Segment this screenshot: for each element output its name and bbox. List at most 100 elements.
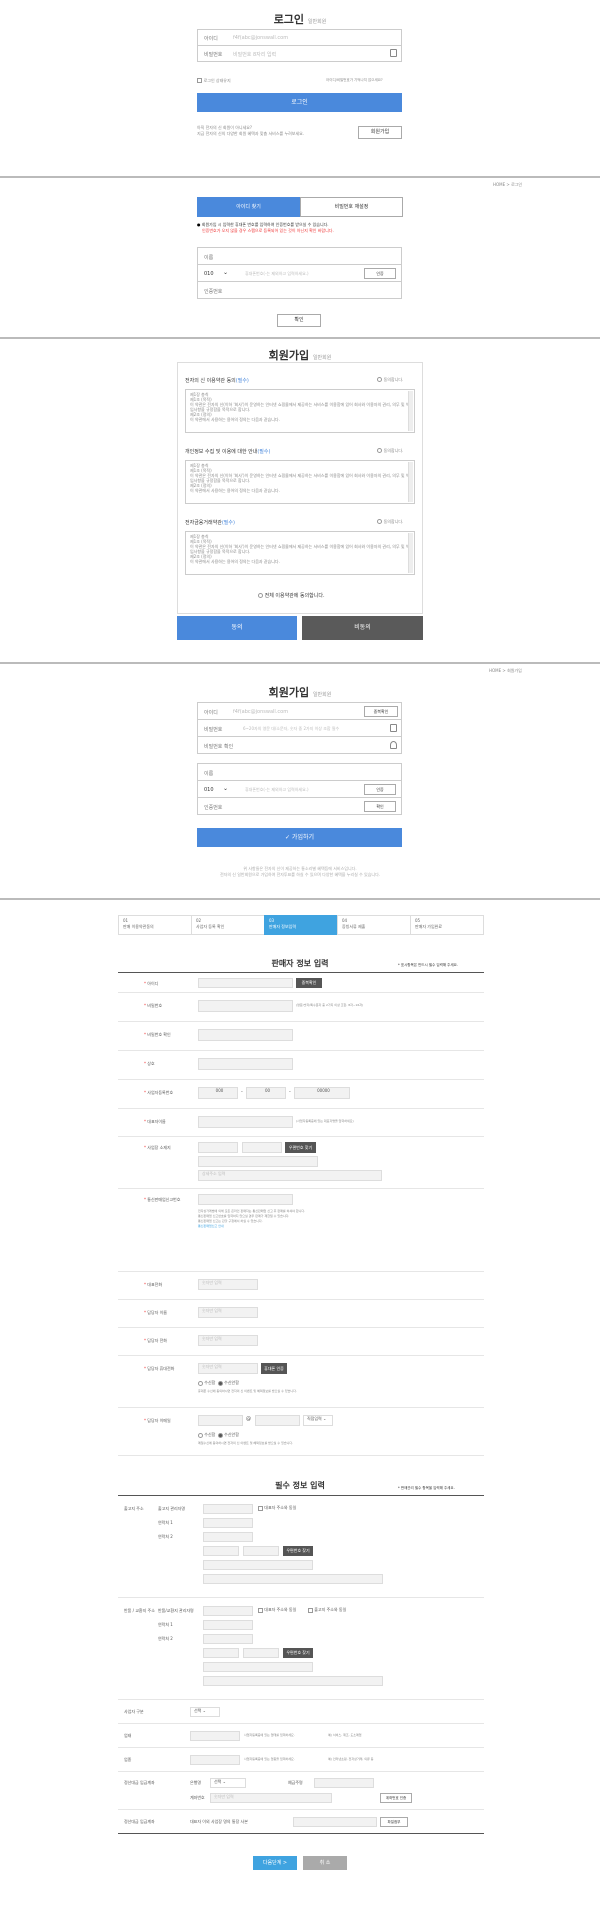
return-zip-input[interactable]: [203, 1648, 239, 1658]
join-phone-field[interactable]: 010 ⌄ 휴대폰번호(-는 제외하고 입력하세요.) 인증: [197, 780, 402, 798]
confirm-code-button[interactable]: 확인: [364, 801, 396, 812]
ship-address-detail-input[interactable]: [203, 1574, 383, 1584]
email-no-radio[interactable]: [217, 1432, 223, 1438]
breadcrumb-home[interactable]: HOME: [489, 668, 501, 673]
return-find-zip-button[interactable]: 우편번호 찾기: [283, 1648, 313, 1658]
ceo-name-input[interactable]: [198, 1116, 293, 1128]
mobile-verify-button[interactable]: 휴대폰 인증: [261, 1363, 287, 1374]
email-id-input[interactable]: [198, 1415, 243, 1426]
biz-no-part1[interactable]: 000: [198, 1087, 238, 1099]
ship-address-input[interactable]: [203, 1560, 313, 1570]
manager-mobile-input[interactable]: 숫자만 입력: [198, 1363, 258, 1374]
tab-reset-password[interactable]: 비밀번호 재설정: [300, 197, 403, 217]
phone-prefix-select[interactable]: 010: [204, 787, 214, 793]
seller-id-input[interactable]: [198, 978, 293, 988]
pw-input[interactable]: 비밀번호 8자리 입력: [233, 51, 276, 58]
seller-pw-confirm-input[interactable]: [198, 1029, 293, 1041]
ship-phone1-input[interactable]: [203, 1518, 253, 1528]
terms-agree-check[interactable]: 동의합니다.: [377, 519, 403, 525]
return-address-detail-input[interactable]: [203, 1676, 383, 1686]
account-no-input[interactable]: 숫자만 입력: [210, 1793, 332, 1803]
breadcrumb-home[interactable]: HOME: [493, 182, 505, 187]
item-input[interactable]: [190, 1755, 240, 1765]
email-yes-radio[interactable]: [198, 1432, 203, 1438]
find-zipcode-button[interactable]: 우편번호 찾기: [285, 1142, 316, 1153]
tel-input[interactable]: 숫자만 입력: [198, 1279, 258, 1290]
find-phone-field[interactable]: 010 ⌄ 휴대폰번호(-는 제외하고 입력하세요.) 인증: [197, 264, 402, 282]
cancel-button[interactable]: 취 소: [303, 1856, 347, 1870]
attach-file-button[interactable]: 파일첨부: [380, 1817, 408, 1827]
join-pw-confirm-field[interactable]: 비밀번호 확인: [197, 736, 402, 754]
attachment-input[interactable]: [293, 1817, 377, 1827]
return-phone1-input[interactable]: [203, 1620, 253, 1630]
company-name-input[interactable]: [198, 1058, 293, 1070]
condition-input[interactable]: [190, 1731, 240, 1741]
agree-button[interactable]: 동의: [177, 616, 297, 640]
join-button[interactable]: 회원가입: [358, 126, 402, 139]
biz-no-part3[interactable]: 00000: [294, 1087, 350, 1099]
biz-type-select[interactable]: 선택 ⌄: [190, 1707, 220, 1717]
join-name-field[interactable]: 이름: [197, 763, 402, 781]
terms-text-box[interactable]: 제1장 총칙 제1조 (목적) 이 약관은 전자의 신(이하 '회사')이 운영하는…: [185, 389, 415, 433]
phone-input[interactable]: 휴대폰번호(-는 제외하고 입력하세요.): [245, 271, 309, 277]
scrollbar[interactable]: [408, 533, 413, 573]
terms-text-box[interactable]: 제1장 총칙 제1조 (목적) 이 약관은 전자의 신(이하 '회사')이 운영하는…: [185, 531, 415, 575]
terms-agree-check[interactable]: 동의합니다.: [377, 377, 403, 383]
login-id-field[interactable]: 아이디 f4f(abc@jonswall.com: [197, 29, 402, 46]
return-phone2-input[interactable]: [203, 1634, 253, 1644]
scrollbar[interactable]: [408, 391, 413, 431]
same-address-checkbox[interactable]: 대표자 주소와 동일: [258, 1505, 296, 1511]
signup-button[interactable]: ✓ 가입하기: [197, 828, 402, 847]
join-pw-field[interactable]: 비밀번호 6~20자의 영문 대/소문자, 숫자 중 2가지 이상 조합 필수: [197, 719, 402, 737]
return-same-ship-checkbox[interactable]: 출고지 주소와 동일: [308, 1607, 346, 1613]
join-code-field[interactable]: 인증번호 확인: [197, 797, 402, 815]
verify-button[interactable]: 인증: [364, 784, 396, 795]
email-domain-input[interactable]: [255, 1415, 300, 1426]
find-account-link[interactable]: 아이디/비밀번호가 기억나지 않으세요?: [326, 78, 383, 83]
return-address-input[interactable]: [203, 1662, 313, 1672]
phone-input[interactable]: 휴대폰번호(-는 제외하고 입력하세요.): [245, 787, 309, 793]
holder-input[interactable]: [314, 1778, 374, 1788]
zipcode-input-2[interactable]: [242, 1142, 282, 1153]
ship-zip-input-2[interactable]: [243, 1546, 279, 1556]
tab-find-id[interactable]: 아이디 찾기: [197, 197, 300, 217]
next-step-button[interactable]: 다음단계 >: [253, 1856, 297, 1870]
agree-all-checkbox[interactable]: 전체 이용약관에 동의합니다.: [258, 592, 325, 599]
ship-find-zip-button[interactable]: 우편번호 찾기: [283, 1546, 313, 1556]
ecommerce-no-input[interactable]: [198, 1194, 293, 1205]
terms-agree-check[interactable]: 동의합니다.: [377, 448, 403, 454]
terms-text-box[interactable]: 제1장 총칙 제1조 (목적) 이 약관은 전자의 신(이하 '회사')이 운영하는…: [185, 460, 415, 504]
verify-button[interactable]: 인증: [364, 268, 396, 279]
disagree-button[interactable]: 비동의: [302, 616, 423, 640]
email-domain-select[interactable]: 직접입력 ⌄: [303, 1415, 333, 1426]
check-duplicate-button[interactable]: 중복확인: [296, 978, 322, 988]
login-button[interactable]: 로그인: [197, 93, 402, 112]
id-input[interactable]: f4f(abc@jonswall.com: [233, 35, 288, 41]
find-code-field[interactable]: 인증번호: [197, 281, 402, 299]
biz-no-part2[interactable]: 00: [246, 1087, 286, 1099]
address-detail-input[interactable]: 상세주소 입력: [198, 1170, 382, 1181]
return-same-ceo-checkbox[interactable]: 대표자 주소와 동일: [258, 1607, 296, 1613]
manager-name-input[interactable]: 숫자만 입력: [198, 1307, 258, 1318]
pw-input[interactable]: 6~20자의 영문 대/소문자, 숫자 중 2가지 이상 조합 필수: [243, 726, 339, 732]
account-verify-button[interactable]: 계좌번호 인증: [380, 1793, 412, 1803]
keep-login-checkbox[interactable]: 로그인 상태유지: [197, 78, 231, 84]
ship-zip-input[interactable]: [203, 1546, 239, 1556]
id-input[interactable]: f4f(abc@jonswall.com: [233, 709, 288, 715]
return-zip-input-2[interactable]: [243, 1648, 279, 1658]
address-input[interactable]: [198, 1156, 318, 1167]
scrollbar[interactable]: [408, 462, 413, 502]
find-name-field[interactable]: 이름: [197, 247, 402, 265]
bank-select[interactable]: 선택 ⌄: [210, 1778, 246, 1788]
check-duplicate-button[interactable]: 중복확인: [364, 706, 398, 717]
sms-no-radio[interactable]: [217, 1380, 223, 1386]
ecommerce-guide-link[interactable]: 통신판매업신고 안내: [198, 1224, 438, 1229]
login-pw-field[interactable]: 비밀번호 비밀번호 8자리 입력: [197, 45, 402, 62]
confirm-button[interactable]: 확인: [277, 314, 321, 327]
sms-yes-radio[interactable]: [198, 1380, 203, 1386]
ship-phone2-input[interactable]: [203, 1532, 253, 1542]
join-id-field[interactable]: 아이디 f4f(abc@jonswall.com 중복확인: [197, 702, 402, 720]
manager-tel-input[interactable]: 숫자만 입력: [198, 1335, 258, 1346]
seller-pw-input[interactable]: [198, 1000, 293, 1012]
phone-prefix-select[interactable]: 010: [204, 271, 214, 277]
